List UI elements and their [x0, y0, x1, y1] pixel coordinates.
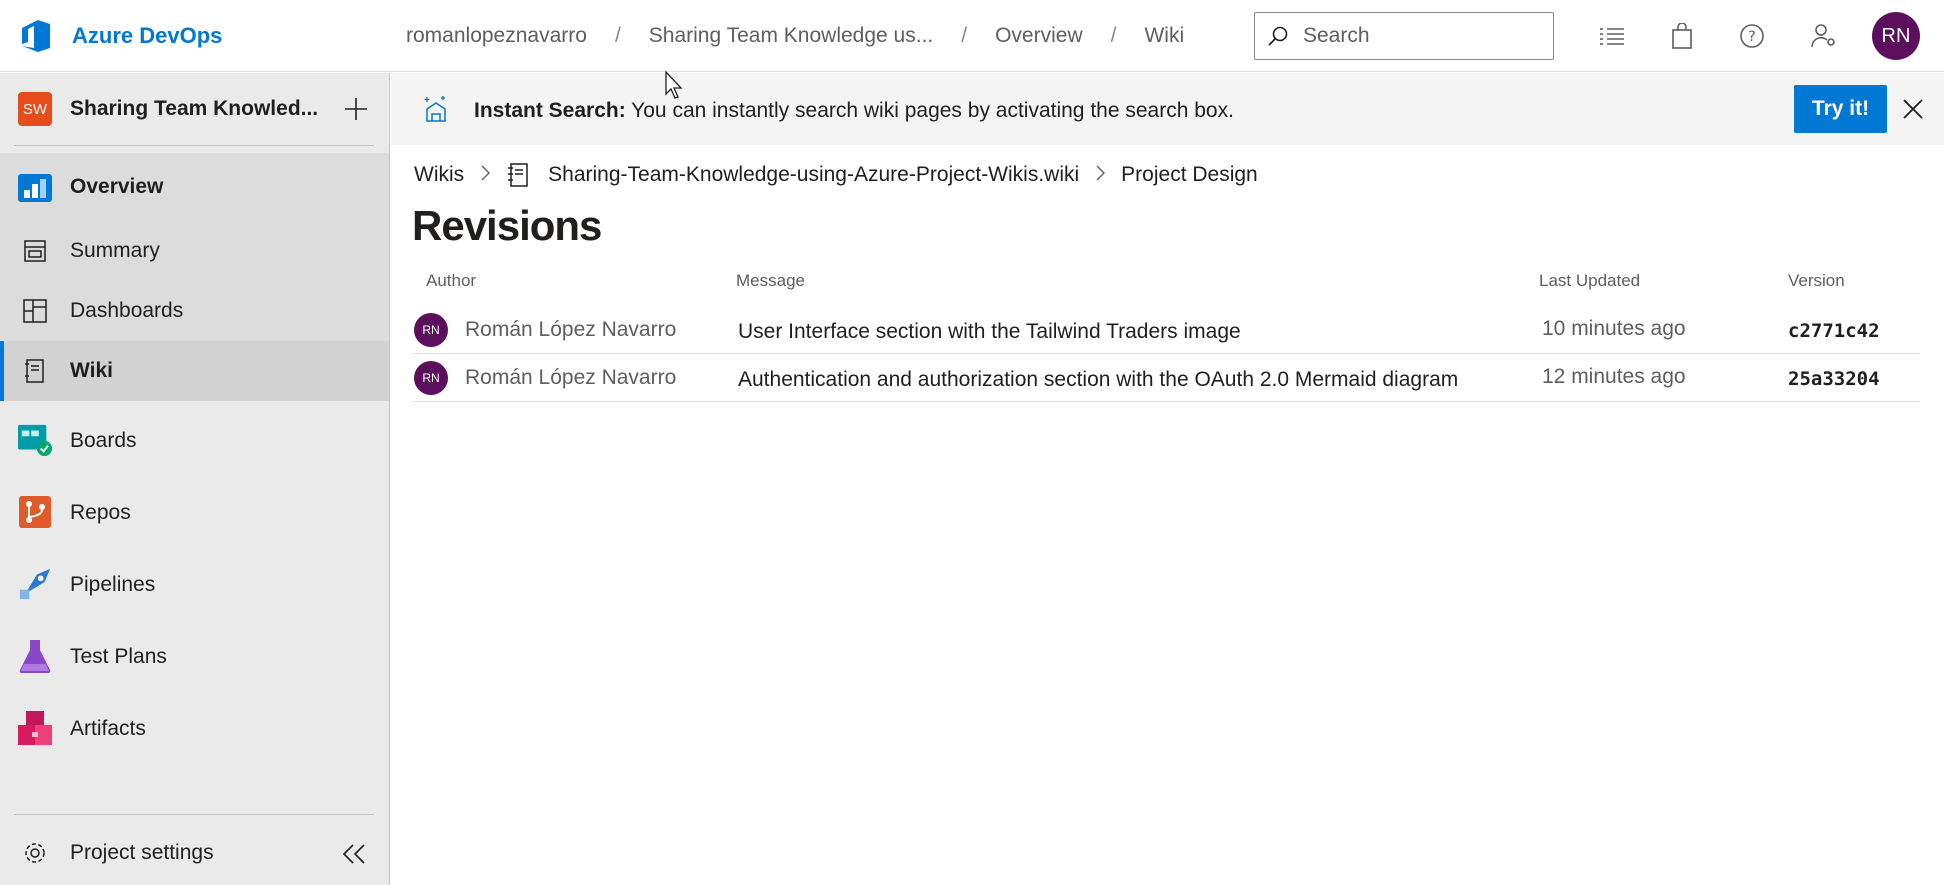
sidebar-item-label: Overview	[70, 175, 164, 198]
breadcrumb-wiki[interactable]: Wiki	[1144, 24, 1184, 48]
divider	[14, 814, 374, 815]
brand-name[interactable]: Azure DevOps	[72, 23, 222, 49]
sidebar-item-boards[interactable]: Boards	[0, 411, 389, 471]
search-box[interactable]	[1254, 12, 1554, 60]
pipelines-icon	[18, 567, 52, 601]
user-settings-icon[interactable]	[1808, 20, 1840, 52]
boards-icon	[18, 423, 52, 457]
top-bar: Azure DevOps romanlopeznavarro / Sharing…	[0, 0, 1944, 72]
artifacts-icon	[18, 711, 52, 745]
breadcrumb-wikis[interactable]: Wikis	[414, 163, 464, 187]
work-items-list-icon[interactable]	[1596, 20, 1628, 52]
chevron-right-icon	[1095, 163, 1106, 187]
wiki-breadcrumb: Wikis Sharing-Team-Knowledge-using-Azure…	[414, 162, 1258, 188]
instant-search-banner: Instant Search: You can instantly search…	[391, 73, 1944, 145]
top-breadcrumb: romanlopeznavarro / Sharing Team Knowled…	[406, 24, 1184, 48]
last-updated: 12 minutes ago	[1542, 365, 1686, 388]
azure-devops-logo-icon[interactable]	[20, 18, 52, 54]
author-avatar: RN	[414, 313, 448, 347]
mouse-pointer-icon	[665, 70, 683, 99]
banner-bold-text: Instant Search:	[474, 99, 626, 122]
overview-icon	[18, 170, 52, 204]
collapse-sidebar-icon[interactable]	[338, 838, 370, 870]
column-header-last-updated: Last Updated	[1539, 271, 1641, 290]
author-avatar: RN	[414, 361, 448, 395]
dashboards-icon	[18, 294, 52, 328]
version-hash[interactable]: 25a33204	[1788, 368, 1880, 390]
column-header-author: Author	[426, 271, 477, 290]
project-header[interactable]: SW Sharing Team Knowled...	[18, 91, 372, 127]
breadcrumb-project[interactable]: Sharing Team Knowledge us...	[649, 24, 933, 48]
test-plans-icon	[18, 639, 52, 673]
page-title: Revisions	[412, 202, 602, 249]
author-name[interactable]: Román López Navarro	[465, 366, 676, 390]
close-icon[interactable]	[1899, 95, 1927, 123]
sidebar-item-overview[interactable]: Overview	[0, 153, 389, 221]
sidebar-item-summary[interactable]: Summary	[0, 221, 389, 281]
column-header-version: Version	[1788, 271, 1845, 290]
user-avatar[interactable]: RN	[1872, 12, 1920, 60]
project-badge: SW	[18, 92, 52, 126]
sidebar-item-label: Summary	[70, 239, 160, 262]
banner-text: Instant Search: You can instantly search…	[474, 99, 1234, 123]
sidebar-item-label: Pipelines	[70, 573, 156, 596]
sidebar-item-repos[interactable]: Repos	[0, 483, 389, 543]
wiki-book-icon	[506, 162, 530, 188]
sidebar-item-wiki[interactable]: Wiki	[0, 341, 389, 401]
column-header-message: Message	[736, 271, 805, 290]
summary-icon	[18, 234, 52, 268]
table-row[interactable]: RN Román López Navarro User Interface se…	[412, 306, 1920, 354]
last-updated: 10 minutes ago	[1542, 317, 1686, 340]
breadcrumb-overview[interactable]: Overview	[995, 24, 1083, 48]
wiki-icon	[18, 354, 52, 388]
divider	[14, 145, 374, 146]
revision-message[interactable]: Authentication and authorization section…	[738, 368, 1458, 392]
try-it-button[interactable]: Try it!	[1794, 85, 1887, 133]
svg-text:?: ?	[1748, 29, 1755, 45]
sidebar-item-label: Artifacts	[70, 717, 146, 740]
search-input[interactable]	[1303, 24, 1533, 48]
sidebar-item-label: Repos	[70, 501, 131, 524]
breadcrumb-page[interactable]: Project Design	[1121, 163, 1258, 187]
search-icon	[1268, 26, 1288, 46]
project-name[interactable]: Sharing Team Knowled...	[70, 97, 330, 121]
breadcrumb-wiki-name[interactable]: Sharing-Team-Knowledge-using-Azure-Proje…	[548, 163, 1079, 187]
breadcrumb-separator: /	[1110, 24, 1117, 47]
gear-icon	[18, 836, 52, 870]
search-sparkle-icon	[424, 96, 446, 122]
sidebar-item-label: Boards	[70, 429, 137, 452]
breadcrumb-separator: /	[614, 24, 621, 47]
sidebar-item-pipelines[interactable]: Pipelines	[0, 555, 389, 615]
sidebar-item-label: Test Plans	[70, 645, 167, 668]
sidebar-item-dashboards[interactable]: Dashboards	[0, 281, 389, 341]
sidebar-item-label: Dashboards	[70, 299, 184, 322]
table-row[interactable]: RN Román López Navarro Authentication an…	[412, 354, 1920, 402]
version-hash[interactable]: c2771c42	[1788, 320, 1880, 342]
sidebar-item-test-plans[interactable]: Test Plans	[0, 627, 389, 687]
project-settings-link[interactable]: Project settings	[0, 823, 389, 883]
add-new-icon[interactable]	[340, 93, 372, 125]
sidebar: SW Sharing Team Knowled... Overview Summ…	[0, 73, 390, 885]
sidebar-item-artifacts[interactable]: Artifacts	[0, 699, 389, 759]
banner-message: You can instantly search wiki pages by a…	[625, 99, 1234, 122]
breadcrumb-organization[interactable]: romanlopeznavarro	[406, 24, 587, 48]
project-settings-label: Project settings	[70, 841, 214, 864]
repos-icon	[18, 495, 52, 529]
author-name[interactable]: Román López Navarro	[465, 318, 676, 342]
sidebar-item-label: Wiki	[70, 359, 113, 382]
breadcrumb-separator: /	[961, 24, 968, 47]
help-icon[interactable]: ?	[1736, 20, 1768, 52]
revision-message[interactable]: User Interface section with the Tailwind…	[738, 320, 1241, 344]
marketplace-bag-icon[interactable]	[1666, 20, 1698, 52]
chevron-right-icon	[480, 163, 491, 187]
